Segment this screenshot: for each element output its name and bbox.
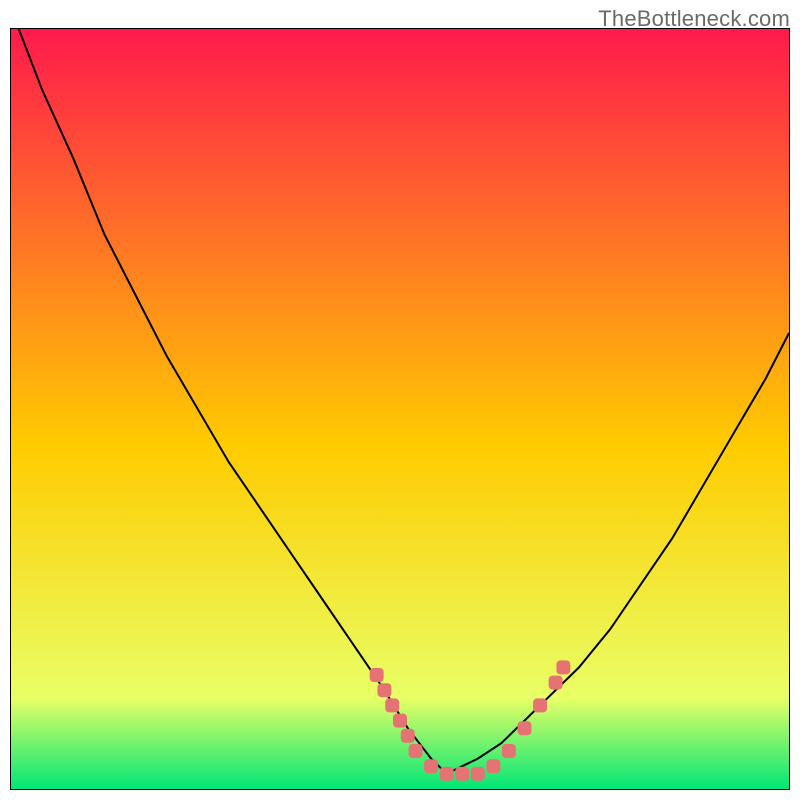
marker-point [471, 767, 485, 781]
chart-background [11, 29, 789, 789]
marker-point [409, 744, 423, 758]
marker-point [385, 698, 399, 712]
marker-point [556, 660, 570, 674]
marker-point [377, 683, 391, 697]
marker-point [486, 759, 500, 773]
marker-point [370, 668, 384, 682]
marker-point [393, 714, 407, 728]
marker-point [401, 729, 415, 743]
marker-point [533, 698, 547, 712]
watermark-label: TheBottleneck.com [598, 6, 790, 32]
marker-point [455, 767, 469, 781]
marker-point [502, 744, 516, 758]
marker-point [440, 767, 454, 781]
marker-point [549, 676, 563, 690]
bottleneck-chart [11, 29, 789, 789]
marker-point [424, 759, 438, 773]
marker-point [517, 721, 531, 735]
chart-frame [10, 28, 790, 790]
